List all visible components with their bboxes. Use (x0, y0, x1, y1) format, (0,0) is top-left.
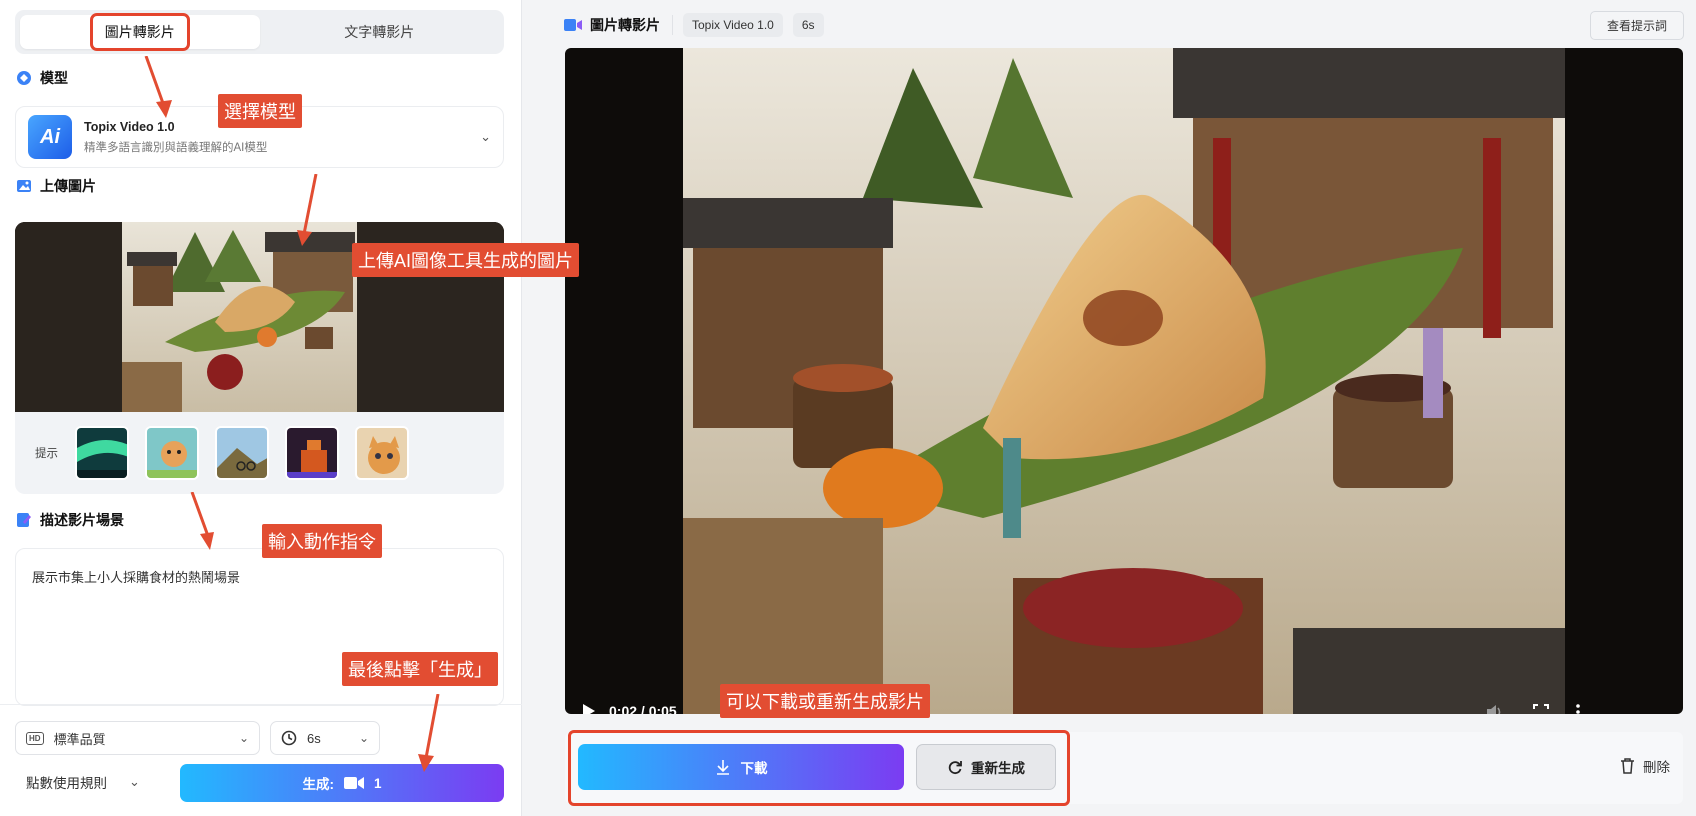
model-section-label: 模型 (40, 70, 68, 86)
describe-section-title: 描述影片場景 (16, 510, 124, 530)
annotation-arrow (418, 694, 440, 772)
quality-value: 標準品質 (53, 731, 106, 747)
upload-section-title: 上傳圖片 (16, 176, 96, 196)
quality-select[interactable]: HD 標準品質 ⌄ (15, 721, 260, 755)
describe-section-label: 描述影片場景 (40, 512, 124, 528)
chevron-down-icon: ⌄ (480, 129, 491, 144)
annotation-upload-image: 上傳AI圖像工具生成的圖片 (352, 243, 580, 277)
regenerate-button[interactable]: 重新生成 (916, 744, 1056, 790)
example-thumb-cat[interactable] (355, 426, 409, 480)
duration-value: 6s (307, 730, 321, 746)
prompt-examples: 提示 (15, 420, 504, 486)
model-chip: Topix Video 1.0 (683, 13, 783, 37)
model-icon (17, 71, 31, 85)
clock-icon (281, 730, 297, 746)
video-player[interactable]: 0:02 / 0:05 (565, 48, 1683, 714)
upload-section-label: 上傳圖片 (40, 178, 96, 194)
edit-icon (17, 513, 31, 527)
chevron-down-icon: ⌄ (238, 731, 249, 745)
duration-chip: 6s (792, 13, 824, 37)
hd-icon: HD (26, 731, 44, 745)
annotation-download-or-regenerate: 可以下載或重新生成影片 (720, 684, 930, 718)
view-prompt-button[interactable]: 查看提示詞 (1589, 10, 1684, 40)
download-icon (716, 760, 729, 775)
mode-tabs: 圖片轉影片 文字轉影片 (15, 10, 504, 54)
generate-label: 生成: (302, 777, 334, 792)
download-label: 下載 (740, 761, 768, 776)
points-rules-label: 點數使用規則 (26, 776, 107, 791)
chevron-down-icon: ⌄ (129, 774, 140, 789)
generate-button[interactable]: 生成: 1 (180, 764, 504, 802)
regenerate-label: 重新生成 (971, 761, 1025, 776)
prompt-label: 提示 (35, 448, 58, 460)
tab-image-to-video-label: 圖片轉影片 (89, 13, 190, 51)
tab-text-to-video[interactable]: 文字轉影片 (260, 15, 500, 49)
duration-select[interactable]: 6s ⌄ (270, 721, 380, 755)
annotation-click-generate: 最後點擊「生成」 (342, 652, 498, 686)
refresh-icon (948, 761, 962, 775)
preview-title: 圖片轉影片 (564, 15, 673, 35)
video-icon (343, 777, 364, 789)
video-time: 0:02 / 0:05 (609, 703, 677, 714)
tab-image-to-video[interactable]: 圖片轉影片 (20, 13, 260, 51)
annotation-arrow (190, 492, 214, 550)
example-thumb-robot[interactable] (285, 426, 339, 480)
annotation-arrow (297, 174, 318, 246)
points-rules-dropdown[interactable]: 點數使用規則 ⌄ (26, 772, 140, 792)
annotation-arrow (144, 56, 172, 118)
annotation-enter-prompt: 輸入動作指令 (262, 524, 382, 558)
example-thumb-cartoon[interactable] (145, 426, 199, 480)
example-thumb-aurora[interactable] (75, 426, 129, 480)
example-thumb-cyclist[interactable] (215, 426, 269, 480)
volume-icon[interactable] (1485, 704, 1503, 714)
more-options-icon[interactable] (1575, 704, 1581, 714)
video-frame (683, 48, 1565, 714)
model-description: 精準多語言識別與語義理解的AI模型 (84, 141, 268, 154)
delete-label: 刪除 (1643, 760, 1670, 775)
download-button[interactable]: 下載 (578, 744, 904, 790)
video-icon (564, 19, 582, 31)
delete-button[interactable]: 刪除 (1620, 756, 1670, 776)
chevron-down-icon: ⌄ (358, 731, 369, 745)
preview-header: 圖片轉影片 Topix Video 1.0 6s 查看提示詞 (564, 10, 1684, 40)
ai-logo: Ai (28, 115, 72, 159)
annotation-select-model: 選擇模型 (218, 94, 302, 128)
play-icon[interactable] (579, 702, 597, 714)
image-icon (17, 180, 31, 192)
trash-icon (1621, 758, 1634, 774)
model-section-title: 模型 (16, 68, 68, 88)
generate-cost: 1 (373, 775, 382, 791)
preview-title-label: 圖片轉影片 (590, 17, 660, 33)
fullscreen-icon[interactable] (1533, 704, 1549, 714)
